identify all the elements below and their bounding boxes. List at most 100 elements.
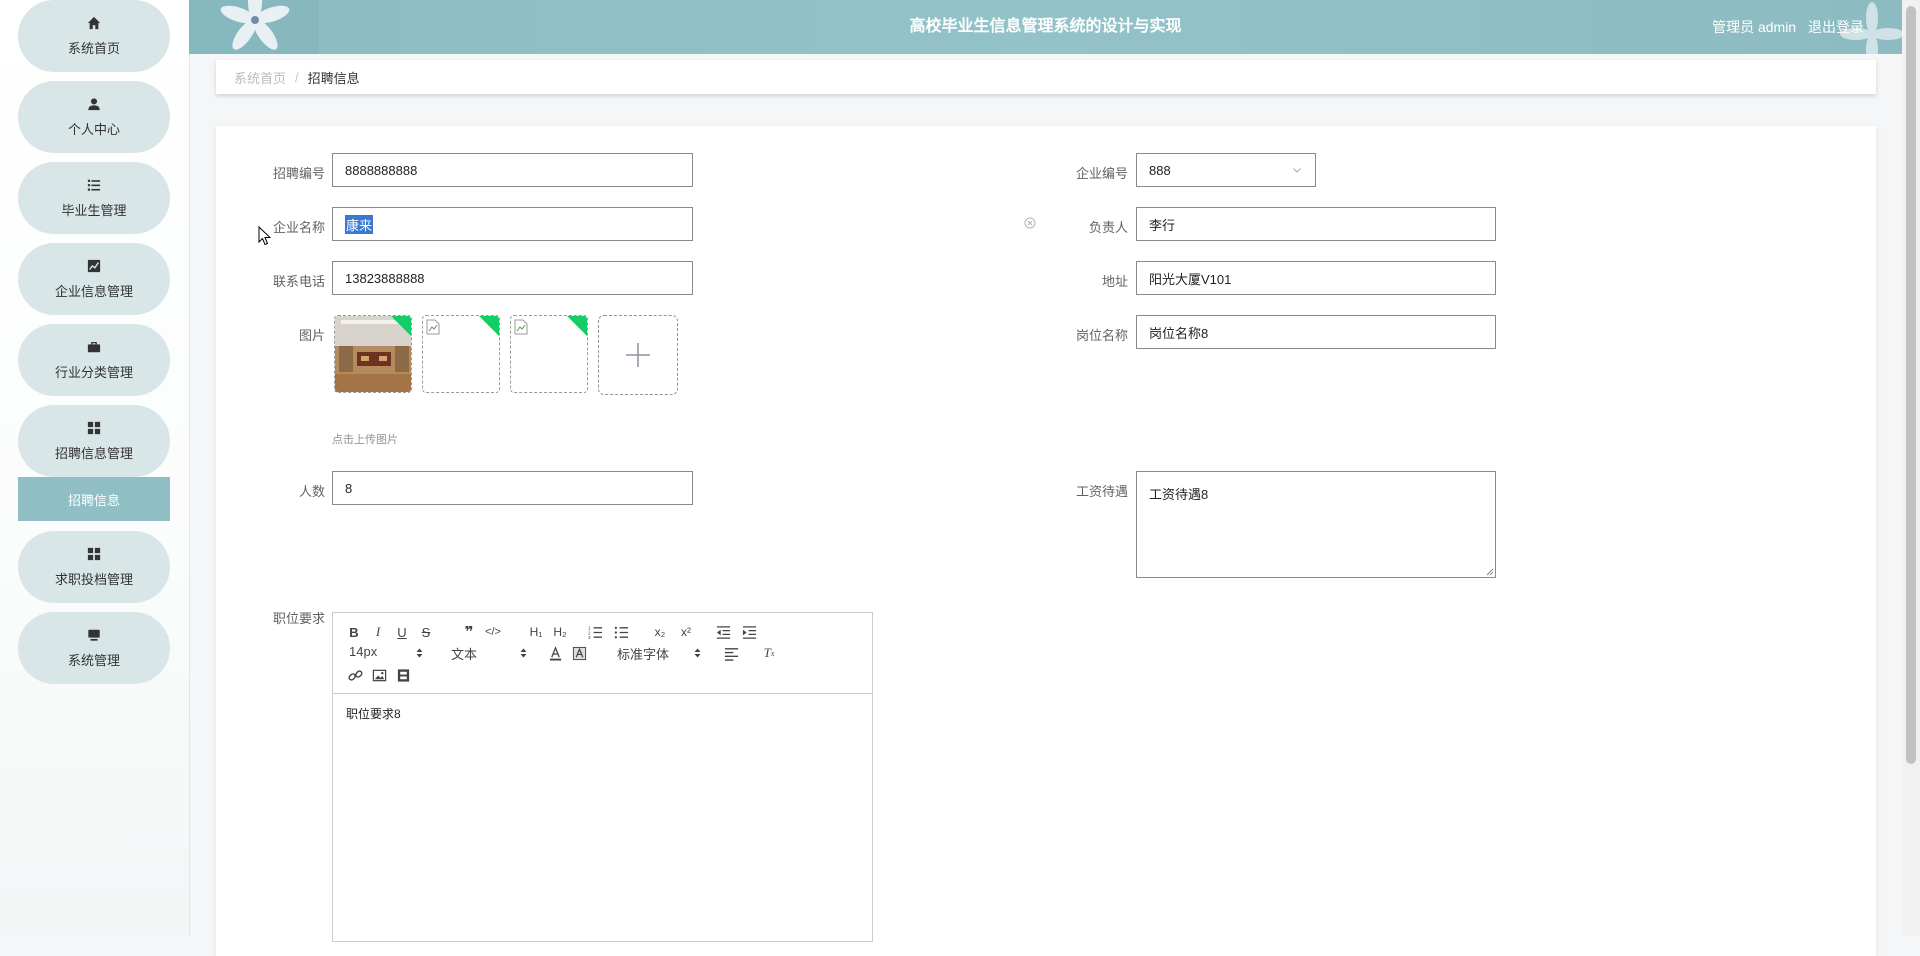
image-insert-icon[interactable]	[371, 666, 387, 684]
sidebar-item-graduates[interactable]: 毕业生管理	[18, 162, 170, 234]
scrollbar-thumb[interactable]	[1906, 6, 1916, 764]
phone-input[interactable]: 13823888888	[332, 261, 693, 295]
image-upload-button[interactable]	[598, 315, 678, 395]
heading-1-icon[interactable]: H₁	[527, 623, 545, 641]
manager-label: 负责人	[1088, 220, 1128, 235]
phone-value: 13823888888	[345, 270, 425, 286]
sidebar-subitem-recruitment-info[interactable]: 招聘信息	[18, 477, 170, 521]
image-label: 图片	[298, 328, 325, 343]
bold-icon[interactable]: B	[347, 623, 361, 641]
page-scrollbar[interactable]	[1902, 0, 1920, 936]
select-arrows-icon	[520, 648, 527, 658]
select-arrows-icon	[416, 648, 423, 658]
indent-icon[interactable]	[741, 623, 757, 641]
underline-icon[interactable]: U	[395, 623, 409, 641]
uploaded-image-thumbnail[interactable]	[422, 315, 500, 393]
select-arrows-icon	[694, 648, 701, 658]
requirements-label: 职位要求	[272, 611, 325, 626]
breadcrumb: 系统首页 / 招聘信息	[216, 60, 1876, 94]
manager-input[interactable]: 李行	[1136, 207, 1496, 241]
heading-select[interactable]: 文本	[451, 644, 527, 662]
address-label: 地址	[1101, 274, 1128, 289]
broken-image-icon	[514, 319, 528, 335]
position-label: 岗位名称	[1075, 328, 1128, 343]
salary-value: 工资待遇8	[1149, 487, 1209, 502]
svg-text:3: 3	[588, 635, 591, 640]
user-label: 管理员 admin	[1712, 19, 1797, 35]
position-input[interactable]: 岗位名称8	[1136, 315, 1496, 349]
company-name-input[interactable]: 康来	[332, 207, 693, 241]
upload-success-badge	[566, 316, 587, 337]
bullet-list-icon[interactable]	[613, 623, 629, 641]
sidebar-item-home[interactable]: 系统首页	[18, 0, 170, 72]
upload-success-badge	[390, 316, 411, 337]
company-no-select[interactable]: 888	[1136, 153, 1316, 187]
company-no-label: 企业编号	[1075, 166, 1128, 181]
top-header: 高校毕业生信息管理系统的设计与实现 管理员 admin 退出登录	[189, 0, 1902, 54]
font-family-select[interactable]: 标准字体	[617, 644, 701, 662]
link-icon[interactable]	[347, 666, 363, 684]
sidebar-item-label: 毕业生管理	[61, 202, 127, 218]
editor-content[interactable]: 职位要求8	[333, 694, 872, 733]
monitor-icon	[87, 628, 101, 642]
upload-success-badge	[478, 316, 499, 337]
ordered-list-icon[interactable]: 123	[587, 623, 603, 641]
user-info: 管理员 admin 退出登录	[1704, 0, 1864, 54]
sidebar-item-label: 系统首页	[67, 40, 120, 56]
clear-format-icon[interactable]: Tx	[761, 644, 777, 662]
sidebar-item-system[interactable]: 系统管理	[18, 612, 170, 684]
sidebar-item-profile[interactable]: 个人中心	[18, 81, 170, 153]
sidebar-item-industries[interactable]: 行业分类管理	[18, 324, 170, 396]
chevron-down-icon	[1293, 168, 1301, 173]
sidebar: 系统首页 个人中心 毕业生管理 企业信息管理 行业分类管理 招聘信息管理 招聘信…	[0, 0, 190, 936]
sidebar-item-companies[interactable]: 企业信息管理	[18, 243, 170, 315]
clear-icon[interactable]	[1024, 217, 1036, 229]
recruit-no-value: 8888888888	[345, 162, 418, 178]
address-input[interactable]: 阳光大厦V101	[1136, 261, 1496, 295]
breadcrumb-current: 招聘信息	[307, 70, 360, 86]
uploaded-image-thumbnail[interactable]	[510, 315, 588, 393]
logout-link[interactable]: 退出登录	[1808, 19, 1864, 35]
editor-toolbar: B I U S ❞ </> H₁ H₂ 123 x₂ x² 14px 文本 标准…	[333, 613, 872, 694]
home-icon	[87, 16, 101, 30]
uploaded-image-thumbnail[interactable]	[334, 315, 412, 393]
upload-hint: 点击上传图片	[332, 434, 398, 446]
plus-icon	[626, 343, 650, 367]
position-value: 岗位名称8	[1149, 325, 1209, 341]
italic-icon[interactable]: I	[371, 623, 385, 641]
recruit-no-input[interactable]: 8888888888	[332, 153, 693, 187]
font-size-select[interactable]: 14px	[349, 644, 423, 662]
salary-textarea[interactable]: 工资待遇8	[1136, 471, 1496, 578]
subscript-icon[interactable]: x₂	[651, 623, 669, 641]
salary-label: 工资待遇	[1075, 484, 1128, 499]
superscript-icon[interactable]: x²	[677, 623, 695, 641]
strikethrough-icon[interactable]: S	[419, 623, 433, 641]
resize-handle-icon[interactable]	[1485, 567, 1494, 576]
grid-icon	[87, 547, 101, 561]
broken-image-icon	[426, 319, 440, 335]
sidebar-item-applications[interactable]: 求职投档管理	[18, 531, 170, 603]
briefcase-icon	[87, 340, 101, 354]
chart-icon	[87, 259, 101, 273]
company-name-value: 康来	[345, 214, 374, 234]
font-color-icon[interactable]	[547, 644, 563, 662]
phone-label: 联系电话	[272, 274, 325, 289]
outdent-icon[interactable]	[715, 623, 731, 641]
background-color-icon[interactable]	[571, 644, 587, 662]
breadcrumb-home[interactable]: 系统首页	[234, 68, 286, 87]
video-insert-icon[interactable]	[395, 666, 411, 684]
recruit-no-label: 招聘编号	[272, 166, 325, 181]
manager-value: 李行	[1149, 217, 1176, 233]
code-block-icon[interactable]: </>	[485, 623, 501, 641]
heading-2-icon[interactable]: H₂	[551, 623, 569, 641]
align-icon[interactable]	[723, 644, 739, 662]
rich-text-editor[interactable]: B I U S ❞ </> H₁ H₂ 123 x₂ x² 14px 文本 标准…	[332, 612, 873, 942]
sidebar-item-label: 行业分类管理	[54, 364, 133, 380]
user-icon	[87, 97, 101, 111]
company-no-value: 888	[1149, 162, 1171, 178]
blockquote-icon[interactable]: ❞	[461, 623, 477, 641]
sidebar-item-label: 招聘信息管理	[54, 445, 133, 461]
headcount-input[interactable]: 8	[332, 471, 693, 505]
mouse-cursor-icon	[258, 226, 272, 246]
sidebar-item-recruitment[interactable]: 招聘信息管理	[18, 405, 170, 477]
